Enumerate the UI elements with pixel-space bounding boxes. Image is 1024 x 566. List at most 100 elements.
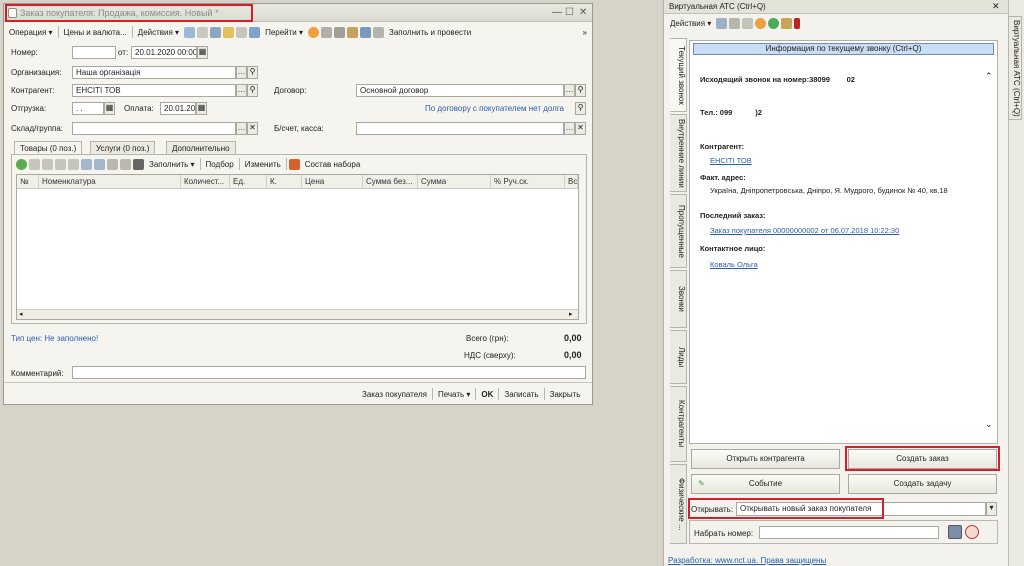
atc-actions-menu[interactable]: Действия ▾ [667,19,714,28]
contact-link[interactable]: Коваль Ольга [710,260,758,269]
right-atc-tab[interactable]: Виртуальная АТС (Ctrl+Q) [1008,16,1022,120]
number-field[interactable] [72,46,116,59]
goods-table[interactable]: № Номенклатура Количест... Ед. К. Цена С… [16,174,579,320]
contract-field[interactable]: Основной договор [356,84,564,97]
move-down-icon[interactable] [94,158,105,170]
last-order-link[interactable]: Заказ покупателя 00000000002 от 06.07.20… [710,226,899,235]
counterparty-field[interactable]: ЕНСІТІ ТОВ [72,84,236,97]
add-row-icon[interactable] [16,158,27,170]
warehouse-select-button[interactable]: … [236,122,247,135]
help-icon[interactable] [308,26,320,38]
col-total[interactable]: Все [565,175,578,188]
date-field[interactable]: 20.01.2020 00:00 [131,46,197,59]
structure-icon[interactable] [249,26,261,38]
tab-individuals[interactable]: Физические ... [670,464,687,544]
contract-search-icon[interactable]: ⚲ [575,84,586,97]
search-icon[interactable] [360,26,372,38]
contract-debt-link[interactable]: По договору с покупателем нет долга [425,104,564,113]
create-task-button[interactable]: Создать задачу [848,474,997,494]
org-search-icon[interactable]: ⚲ [247,66,258,79]
unpost-icon[interactable] [236,26,248,38]
table-icon[interactable] [334,26,346,38]
prices-button[interactable]: Цены и валюта... [61,28,130,37]
minimize-button[interactable]: — [552,7,562,18]
tab-additional[interactable]: Дополнительно [166,141,236,154]
comment-field[interactable] [72,366,586,379]
dial-phone-icon[interactable] [948,525,962,539]
atc-close-button[interactable]: ✕ [992,1,1000,12]
col-number[interactable]: № [17,175,39,188]
move-up-icon[interactable] [81,158,92,170]
org-field[interactable]: Наша організація [72,66,236,79]
col-unit[interactable]: Ед. [230,175,267,188]
ok-button[interactable]: OK [478,390,496,399]
price-type-link[interactable]: Тип цен: Не заполнено! [11,334,98,343]
open-counterparty-button[interactable]: Открыть контрагента [691,449,840,469]
tab-counterparties[interactable]: Контрагенты [670,386,687,462]
close-button[interactable]: ✕ [579,7,587,18]
hangup-icon[interactable] [965,525,979,539]
delete-row-icon[interactable] [55,158,66,170]
account-clear-icon[interactable]: ✕ [575,122,586,135]
warehouse-clear-icon[interactable]: ✕ [247,122,258,135]
col-price[interactable]: Цена [302,175,363,188]
counterparty-search-icon[interactable]: ⚲ [247,84,258,97]
fill-and-post-button[interactable]: Заполнить и провести [386,28,474,37]
account-field[interactable] [356,122,564,135]
event-button[interactable]: ✎ Событие [691,474,840,494]
transfer-icon[interactable] [729,17,741,29]
save-icon[interactable] [210,26,222,38]
pick-button[interactable]: Подбор [203,160,237,169]
refresh-icon[interactable] [768,17,780,29]
actions-menu[interactable]: Действия ▾ [135,28,182,37]
barcode-icon[interactable] [133,158,144,170]
change-button[interactable]: Изменить [242,160,284,169]
end-edit-icon[interactable] [68,158,79,170]
maximize-button[interactable]: ☐ [565,7,574,18]
doc-icon[interactable] [742,17,754,29]
save-button[interactable]: Записать [501,390,541,399]
tab-internal-lines[interactable]: Внутренние линии [670,114,687,192]
tab-goods[interactable]: Товары (0 поз.) [14,141,83,154]
counterparty-link[interactable]: ЕНСІТІ ТОВ [710,156,752,165]
scroll-right-icon[interactable]: ▸ [569,310,573,318]
org-select-button[interactable]: … [236,66,247,79]
contract-select-button[interactable]: … [564,84,575,97]
copy-row-icon[interactable] [29,158,40,170]
more-icon[interactable]: » [580,28,590,37]
horizontal-scrollbar[interactable]: ◂ ▸ [17,309,578,319]
col-coef[interactable]: К. [267,175,302,188]
sort-desc-icon[interactable] [120,158,131,170]
add-icon[interactable] [184,26,196,38]
post-icon[interactable] [223,26,235,38]
report-icon[interactable] [373,26,385,38]
sort-asc-icon[interactable] [107,158,118,170]
calendar-icon[interactable]: ▦ [197,46,208,59]
scroll-left-icon[interactable]: ◂ [19,310,23,318]
call-icon[interactable] [716,17,728,29]
col-discount[interactable]: % Руч.ск. [491,175,565,188]
list-icon[interactable] [321,26,333,38]
scroll-up-icon[interactable]: ⌃ [985,71,993,82]
col-sum[interactable]: Сумма [418,175,491,188]
fill-menu[interactable]: Заполнить ▾ [146,160,198,169]
edit-row-icon[interactable] [42,158,53,170]
close-window-button[interactable]: Закрыть [547,390,584,399]
developer-link[interactable]: Разработка: www.nct.ua. Права защищены [668,556,826,565]
debt-search-icon[interactable]: ⚲ [575,102,586,115]
warehouse-field[interactable] [72,122,236,135]
settings-icon[interactable] [347,26,359,38]
tab-calls[interactable]: Звонки [670,270,687,328]
account-select-button[interactable]: … [564,122,575,135]
counterparty-select-button[interactable]: … [236,84,247,97]
col-quantity[interactable]: Количест... [181,175,230,188]
payment-date-field[interactable]: 20.01.20 [160,102,196,115]
tab-current-call[interactable]: Текущий звонок [670,38,687,112]
operation-menu[interactable]: Операция ▾ [6,28,56,37]
goto-menu[interactable]: Перейти ▾ [262,28,306,37]
tab-services[interactable]: Услуги (0 поз.) [90,141,156,154]
col-item[interactable]: Номенклатура [39,175,181,188]
tab-leads[interactable]: Лиды [670,330,687,384]
user-icon[interactable] [781,17,793,29]
help-icon[interactable] [755,17,767,29]
